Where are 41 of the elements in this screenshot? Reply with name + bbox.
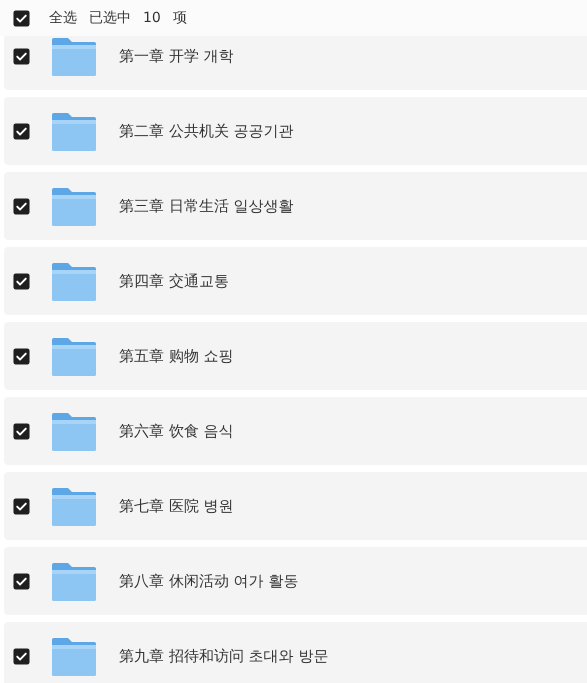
folder-item[interactable]: 第六章 饮食 음식 xyxy=(4,397,587,465)
selected-count: 10 xyxy=(143,10,161,26)
checkbox[interactable] xyxy=(13,10,30,26)
select-all-label[interactable]: 全选 xyxy=(49,9,77,27)
checkbox[interactable] xyxy=(13,198,30,214)
folder-icon xyxy=(52,261,96,301)
folder-item[interactable]: 第七章 医院 병원 xyxy=(4,472,587,540)
folder-name: 第七章 医院 병원 xyxy=(119,496,234,516)
folder-name: 第四章 交通교통 xyxy=(119,272,229,290)
folder-item[interactable]: 第三章 日常生活 일상생활 xyxy=(4,172,587,240)
checkbox[interactable] xyxy=(13,498,30,514)
folder-name: 第二章 公共机关 공공기관 xyxy=(119,122,294,140)
checkbox[interactable] xyxy=(13,122,30,140)
folder-icon xyxy=(52,111,96,151)
folder-item[interactable]: 第九章 招待和访问 초대와 방문 xyxy=(4,622,587,683)
folder-icon xyxy=(52,486,96,526)
folder-item[interactable]: 第四章 交通교통 xyxy=(4,247,587,315)
checkbox[interactable] xyxy=(13,648,30,664)
count-unit: 项 xyxy=(172,9,187,27)
folder-name: 第八章 休闲活动 여가 활동 xyxy=(119,572,298,590)
folder-name: 第六章 饮食 음식 xyxy=(119,422,234,440)
folder-icon xyxy=(52,636,96,676)
folder-icon xyxy=(52,411,96,451)
checkbox[interactable] xyxy=(13,272,30,290)
folder-icon xyxy=(52,36,96,76)
folder-name: 第三章 日常生活 일상생활 xyxy=(119,196,294,216)
folder-item[interactable]: 第二章 公共机关 공공기관 xyxy=(4,97,587,165)
selected-label: 已选中 xyxy=(89,9,131,27)
checkbox[interactable] xyxy=(13,48,30,64)
folder-icon xyxy=(52,336,96,376)
folder-item[interactable]: 第八章 休闲活动 여가 활동 xyxy=(4,547,587,615)
checkbox[interactable] xyxy=(13,348,30,364)
folder-name: 第九章 招待和访问 초대와 방문 xyxy=(119,646,328,666)
checkbox[interactable] xyxy=(13,422,30,440)
folder-name: 第五章 购物 쇼핑 xyxy=(119,346,234,366)
folder-item[interactable]: 第五章 购物 쇼핑 xyxy=(4,322,587,390)
checkbox[interactable] xyxy=(13,572,30,590)
folder-item[interactable]: 第一章 开学 개학 xyxy=(4,36,587,90)
folder-name: 第一章 开学 개학 xyxy=(119,46,234,66)
folder-icon xyxy=(52,186,96,226)
folder-icon xyxy=(52,561,96,601)
